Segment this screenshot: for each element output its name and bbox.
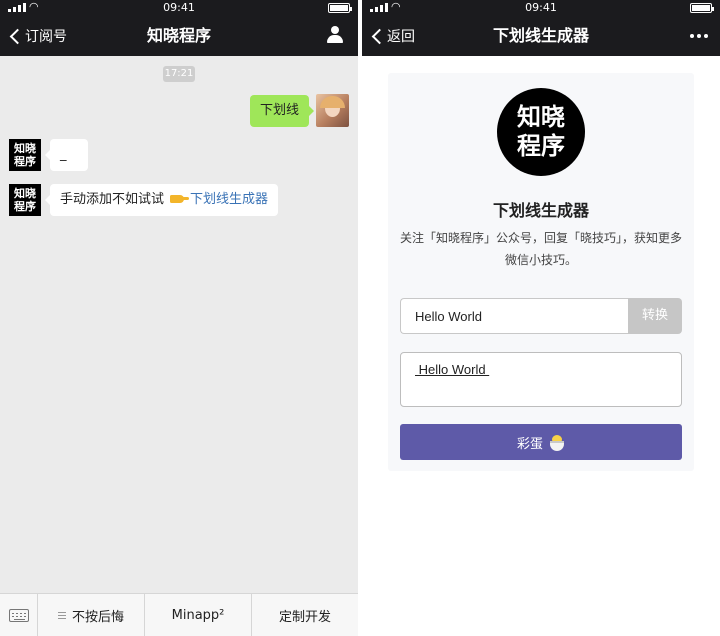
battery-icon: [690, 3, 714, 13]
pointing-hand-icon: [170, 194, 190, 203]
menu-item-3[interactable]: 定制开发: [252, 594, 358, 636]
bot-avatar-line2: 程序: [14, 155, 36, 168]
more-dots-icon[interactable]: [690, 16, 708, 56]
status-bar: ◠ 09:41: [362, 0, 720, 16]
status-time: 09:41: [163, 1, 195, 14]
menu-item-2-label: Minapp²: [171, 607, 225, 623]
bot-avatar-line1: 知晓: [14, 142, 36, 155]
bot-avatar-line1: 知晓: [14, 187, 36, 200]
bot-avatar[interactable]: 知晓 程序: [9, 184, 41, 216]
menu-item-2[interactable]: Minapp²: [145, 594, 252, 636]
text-input[interactable]: [400, 298, 628, 334]
bot-reply-bubble-1[interactable]: _: [45, 139, 88, 171]
generator-link[interactable]: 下划线生成器: [190, 192, 268, 207]
output-text: Hello World: [415, 362, 490, 377]
logo-line1: 知晓: [517, 103, 565, 131]
status-bar: ◠ 09:41: [0, 0, 358, 16]
user-message-bubble[interactable]: 下划线: [250, 95, 315, 127]
menu-lines-icon: [57, 611, 66, 619]
logo-line2: 程序: [517, 132, 565, 160]
brand-logo: 知晓 程序: [497, 88, 585, 176]
output-box[interactable]: Hello World: [400, 352, 682, 407]
easter-egg-label: 彩蛋: [516, 436, 543, 452]
chat-screen: ◠ 09:41 订阅号 知晓程序 17:21 下划线 知晓 程序 _ 知晓 程序…: [0, 0, 358, 636]
person-icon[interactable]: [326, 26, 344, 46]
input-row: 转换: [400, 298, 682, 334]
keyboard-toggle-button[interactable]: [0, 594, 38, 636]
chick-icon: [549, 435, 565, 451]
generator-screen: ◠ 09:41 返回 下划线生成器 知晓 程序 下划线生成器 关注「知晓程序」公…: [362, 0, 720, 636]
bottom-menu-bar: 不按后悔 Minapp² 定制开发: [0, 593, 358, 636]
generator-description: 关注「知晓程序」公众号，回复「晓技巧」，获知更多微信小技巧。: [400, 231, 683, 267]
generator-title: 下划线生成器: [492, 201, 589, 220]
battery-icon: [328, 3, 352, 13]
convert-button[interactable]: 转换: [628, 298, 682, 334]
bot-avatar-line2: 程序: [14, 200, 36, 213]
nav-bar: 订阅号 知晓程序: [0, 16, 358, 56]
page-title: 下划线生成器: [492, 26, 589, 45]
user-message-text: 下划线: [260, 103, 300, 118]
menu-item-3-label: 定制开发: [278, 609, 331, 625]
bot-reply-2-text: 手动添加不如试试: [60, 192, 165, 207]
user-avatar[interactable]: [316, 94, 349, 127]
bot-reply-1-text: _: [60, 147, 67, 162]
nav-bar: 返回 下划线生成器: [362, 16, 720, 56]
bot-avatar[interactable]: 知晓 程序: [9, 139, 41, 171]
bot-reply-bubble-2: 手动添加不如试试 下划线生成器: [45, 184, 279, 216]
easter-egg-button[interactable]: 彩蛋: [400, 424, 682, 460]
menu-item-1[interactable]: 不按后悔: [38, 594, 145, 636]
menu-item-1-label: 不按后悔: [71, 609, 124, 625]
page-title: 知晓程序: [146, 26, 211, 45]
keyboard-icon: [8, 608, 29, 622]
status-time: 09:41: [525, 1, 557, 14]
message-timestamp: 17:21: [163, 66, 195, 82]
